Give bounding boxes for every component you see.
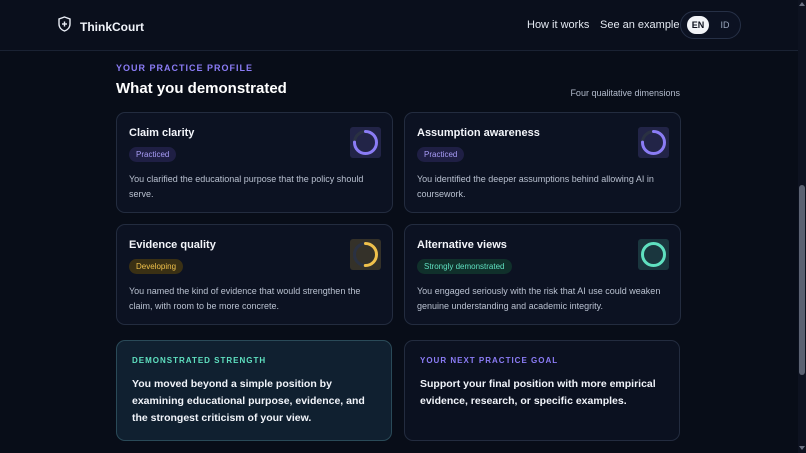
next-goal-panel: YOUR NEXT PRACTICE GOAL Support your fin… xyxy=(404,340,680,441)
progress-ring-icon xyxy=(638,239,669,270)
dimension-title: Claim clarity xyxy=(129,127,195,139)
dimension-card-evidence-quality: Evidence quality Developing You named th… xyxy=(116,224,393,325)
demonstrated-strength-panel: DEMONSTRATED STRENGTH You moved beyond a… xyxy=(116,340,392,441)
language-option-id[interactable]: ID xyxy=(717,16,733,34)
nav-how-it-works[interactable]: How it works xyxy=(527,19,589,31)
profile-eyebrow: YOUR PRACTICE PROFILE xyxy=(116,63,254,73)
top-header: ThinkCourt How it works See an example E… xyxy=(0,0,798,51)
language-option-en[interactable]: EN xyxy=(687,16,709,34)
brand-name: ThinkCourt xyxy=(80,19,144,34)
dimension-description: You named the kind of evidence that woul… xyxy=(129,286,361,311)
status-badge: Strongly demonstrated xyxy=(417,259,512,274)
strength-text: You moved beyond a simple position by ex… xyxy=(132,378,365,424)
profile-note: Four qualitative dimensions xyxy=(570,88,680,98)
shield-plus-icon xyxy=(57,16,72,37)
dimension-description: You engaged seriously with the risk that… xyxy=(417,286,661,311)
language-switcher: EN ID xyxy=(680,11,741,39)
brand-logo[interactable]: ThinkCourt xyxy=(57,16,144,37)
scrollbar-thumb[interactable] xyxy=(799,185,805,375)
dimension-card-claim-clarity: Claim clarity Practiced You clarified th… xyxy=(116,112,393,213)
dimension-card-alternative-views: Alternative views Strongly demonstrated … xyxy=(404,224,681,325)
page-scrollbar[interactable] xyxy=(798,0,806,453)
scroll-up-arrow-icon[interactable] xyxy=(799,2,805,6)
dimension-card-assumption-awareness: Assumption awareness Practiced You ident… xyxy=(404,112,681,213)
status-badge: Practiced xyxy=(417,147,465,162)
dimension-description: You clarified the educational purpose th… xyxy=(129,174,364,199)
progress-ring-icon xyxy=(350,239,381,270)
dimension-title: Alternative views xyxy=(417,239,507,251)
dimension-description: You identified the deeper assumptions be… xyxy=(417,174,654,199)
dimension-title: Evidence quality xyxy=(129,239,216,251)
nav-see-example[interactable]: See an example xyxy=(600,19,680,31)
status-badge: Developing xyxy=(129,259,184,274)
progress-ring-icon xyxy=(350,127,381,158)
status-badge: Practiced xyxy=(129,147,177,162)
progress-ring-icon xyxy=(638,127,669,158)
goal-text: Support your final position with more em… xyxy=(420,378,656,407)
dimension-title: Assumption awareness xyxy=(417,127,540,139)
scroll-down-arrow-icon[interactable] xyxy=(799,446,805,450)
strength-eyebrow: DEMONSTRATED STRENGTH xyxy=(132,356,267,365)
goal-eyebrow: YOUR NEXT PRACTICE GOAL xyxy=(420,356,559,365)
page-title: What you demonstrated xyxy=(116,80,287,97)
